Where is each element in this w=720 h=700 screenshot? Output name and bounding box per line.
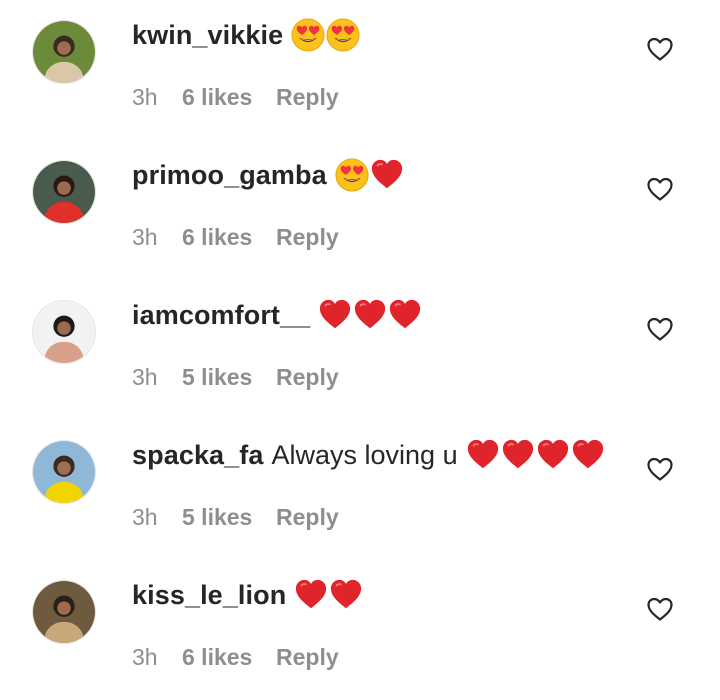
- comment-meta: 3h 6 likes Reply: [132, 644, 339, 671]
- comment-meta: 3h 6 likes Reply: [132, 84, 339, 111]
- comment-item: spacka_fa Always loving u 3h 5 likes Reply: [0, 420, 720, 560]
- comment-body: spacka_fa Always loving u: [132, 438, 605, 472]
- timestamp: 3h: [132, 504, 158, 530]
- comment-meta: 3h 5 likes Reply: [132, 504, 339, 531]
- reply-button[interactable]: Reply: [276, 644, 339, 671]
- avatar[interactable]: [32, 580, 96, 644]
- heart-outline-icon[interactable]: [646, 36, 674, 62]
- comment-item: primoo_gamba 3h 6 likes Reply: [0, 140, 720, 280]
- heart-outline-icon[interactable]: [646, 176, 674, 202]
- comment-item: kiss_le_lion 3h 6 likes Reply: [0, 560, 720, 700]
- emoji-group: [291, 18, 360, 52]
- comment-body: kiss_le_lion: [132, 578, 363, 612]
- username[interactable]: primoo_gamba: [132, 160, 327, 191]
- heart-eyes-emoji-icon: [291, 18, 325, 52]
- reply-button[interactable]: Reply: [276, 224, 339, 251]
- heart-outline-icon[interactable]: [646, 316, 674, 342]
- reply-button[interactable]: Reply: [276, 504, 339, 531]
- comment-body: kwin_vikkie: [132, 18, 360, 52]
- reply-button[interactable]: Reply: [276, 84, 339, 111]
- red-heart-emoji-icon: [536, 438, 570, 472]
- avatar[interactable]: [32, 300, 96, 364]
- comment-meta: 3h 6 likes Reply: [132, 224, 339, 251]
- likes-count[interactable]: 5 likes: [182, 364, 276, 391]
- red-heart-emoji-icon: [318, 298, 352, 332]
- reply-button[interactable]: Reply: [276, 364, 339, 391]
- red-heart-emoji-icon: [501, 438, 535, 472]
- comment-meta: 3h 5 likes Reply: [132, 364, 339, 391]
- comment-item: kwin_vikkie 3h 6 likes Reply: [0, 0, 720, 140]
- heart-outline-icon[interactable]: [646, 596, 674, 622]
- likes-count[interactable]: 5 likes: [182, 504, 276, 531]
- likes-count[interactable]: 6 likes: [182, 644, 276, 671]
- comment-item: iamcomfort__ 3h 5 likes Reply: [0, 280, 720, 420]
- username[interactable]: kwin_vikkie: [132, 20, 283, 51]
- timestamp: 3h: [132, 224, 158, 250]
- comment-body: iamcomfort__: [132, 298, 422, 332]
- red-heart-emoji-icon: [466, 438, 500, 472]
- timestamp: 3h: [132, 644, 158, 670]
- red-heart-emoji-icon: [294, 578, 328, 612]
- emoji-group: [318, 298, 422, 332]
- heart-eyes-emoji-icon: [335, 158, 369, 192]
- comment-body: primoo_gamba: [132, 158, 404, 192]
- emoji-group: [466, 438, 605, 472]
- heart-outline-icon[interactable]: [646, 456, 674, 482]
- heart-eyes-emoji-icon: [326, 18, 360, 52]
- avatar[interactable]: [32, 20, 96, 84]
- emoji-group: [335, 158, 404, 192]
- avatar[interactable]: [32, 160, 96, 224]
- timestamp: 3h: [132, 364, 158, 390]
- red-heart-emoji-icon: [353, 298, 387, 332]
- username[interactable]: iamcomfort__: [132, 300, 310, 331]
- red-heart-emoji-icon: [388, 298, 422, 332]
- avatar[interactable]: [32, 440, 96, 504]
- red-heart-emoji-icon: [329, 578, 363, 612]
- username[interactable]: kiss_le_lion: [132, 580, 286, 611]
- red-heart-emoji-icon: [571, 438, 605, 472]
- timestamp: 3h: [132, 84, 158, 110]
- comment-text: Always loving u: [271, 439, 458, 470]
- username[interactable]: spacka_fa: [132, 440, 264, 471]
- red-heart-emoji-icon: [370, 158, 404, 192]
- likes-count[interactable]: 6 likes: [182, 224, 276, 251]
- likes-count[interactable]: 6 likes: [182, 84, 276, 111]
- emoji-group: [294, 578, 363, 612]
